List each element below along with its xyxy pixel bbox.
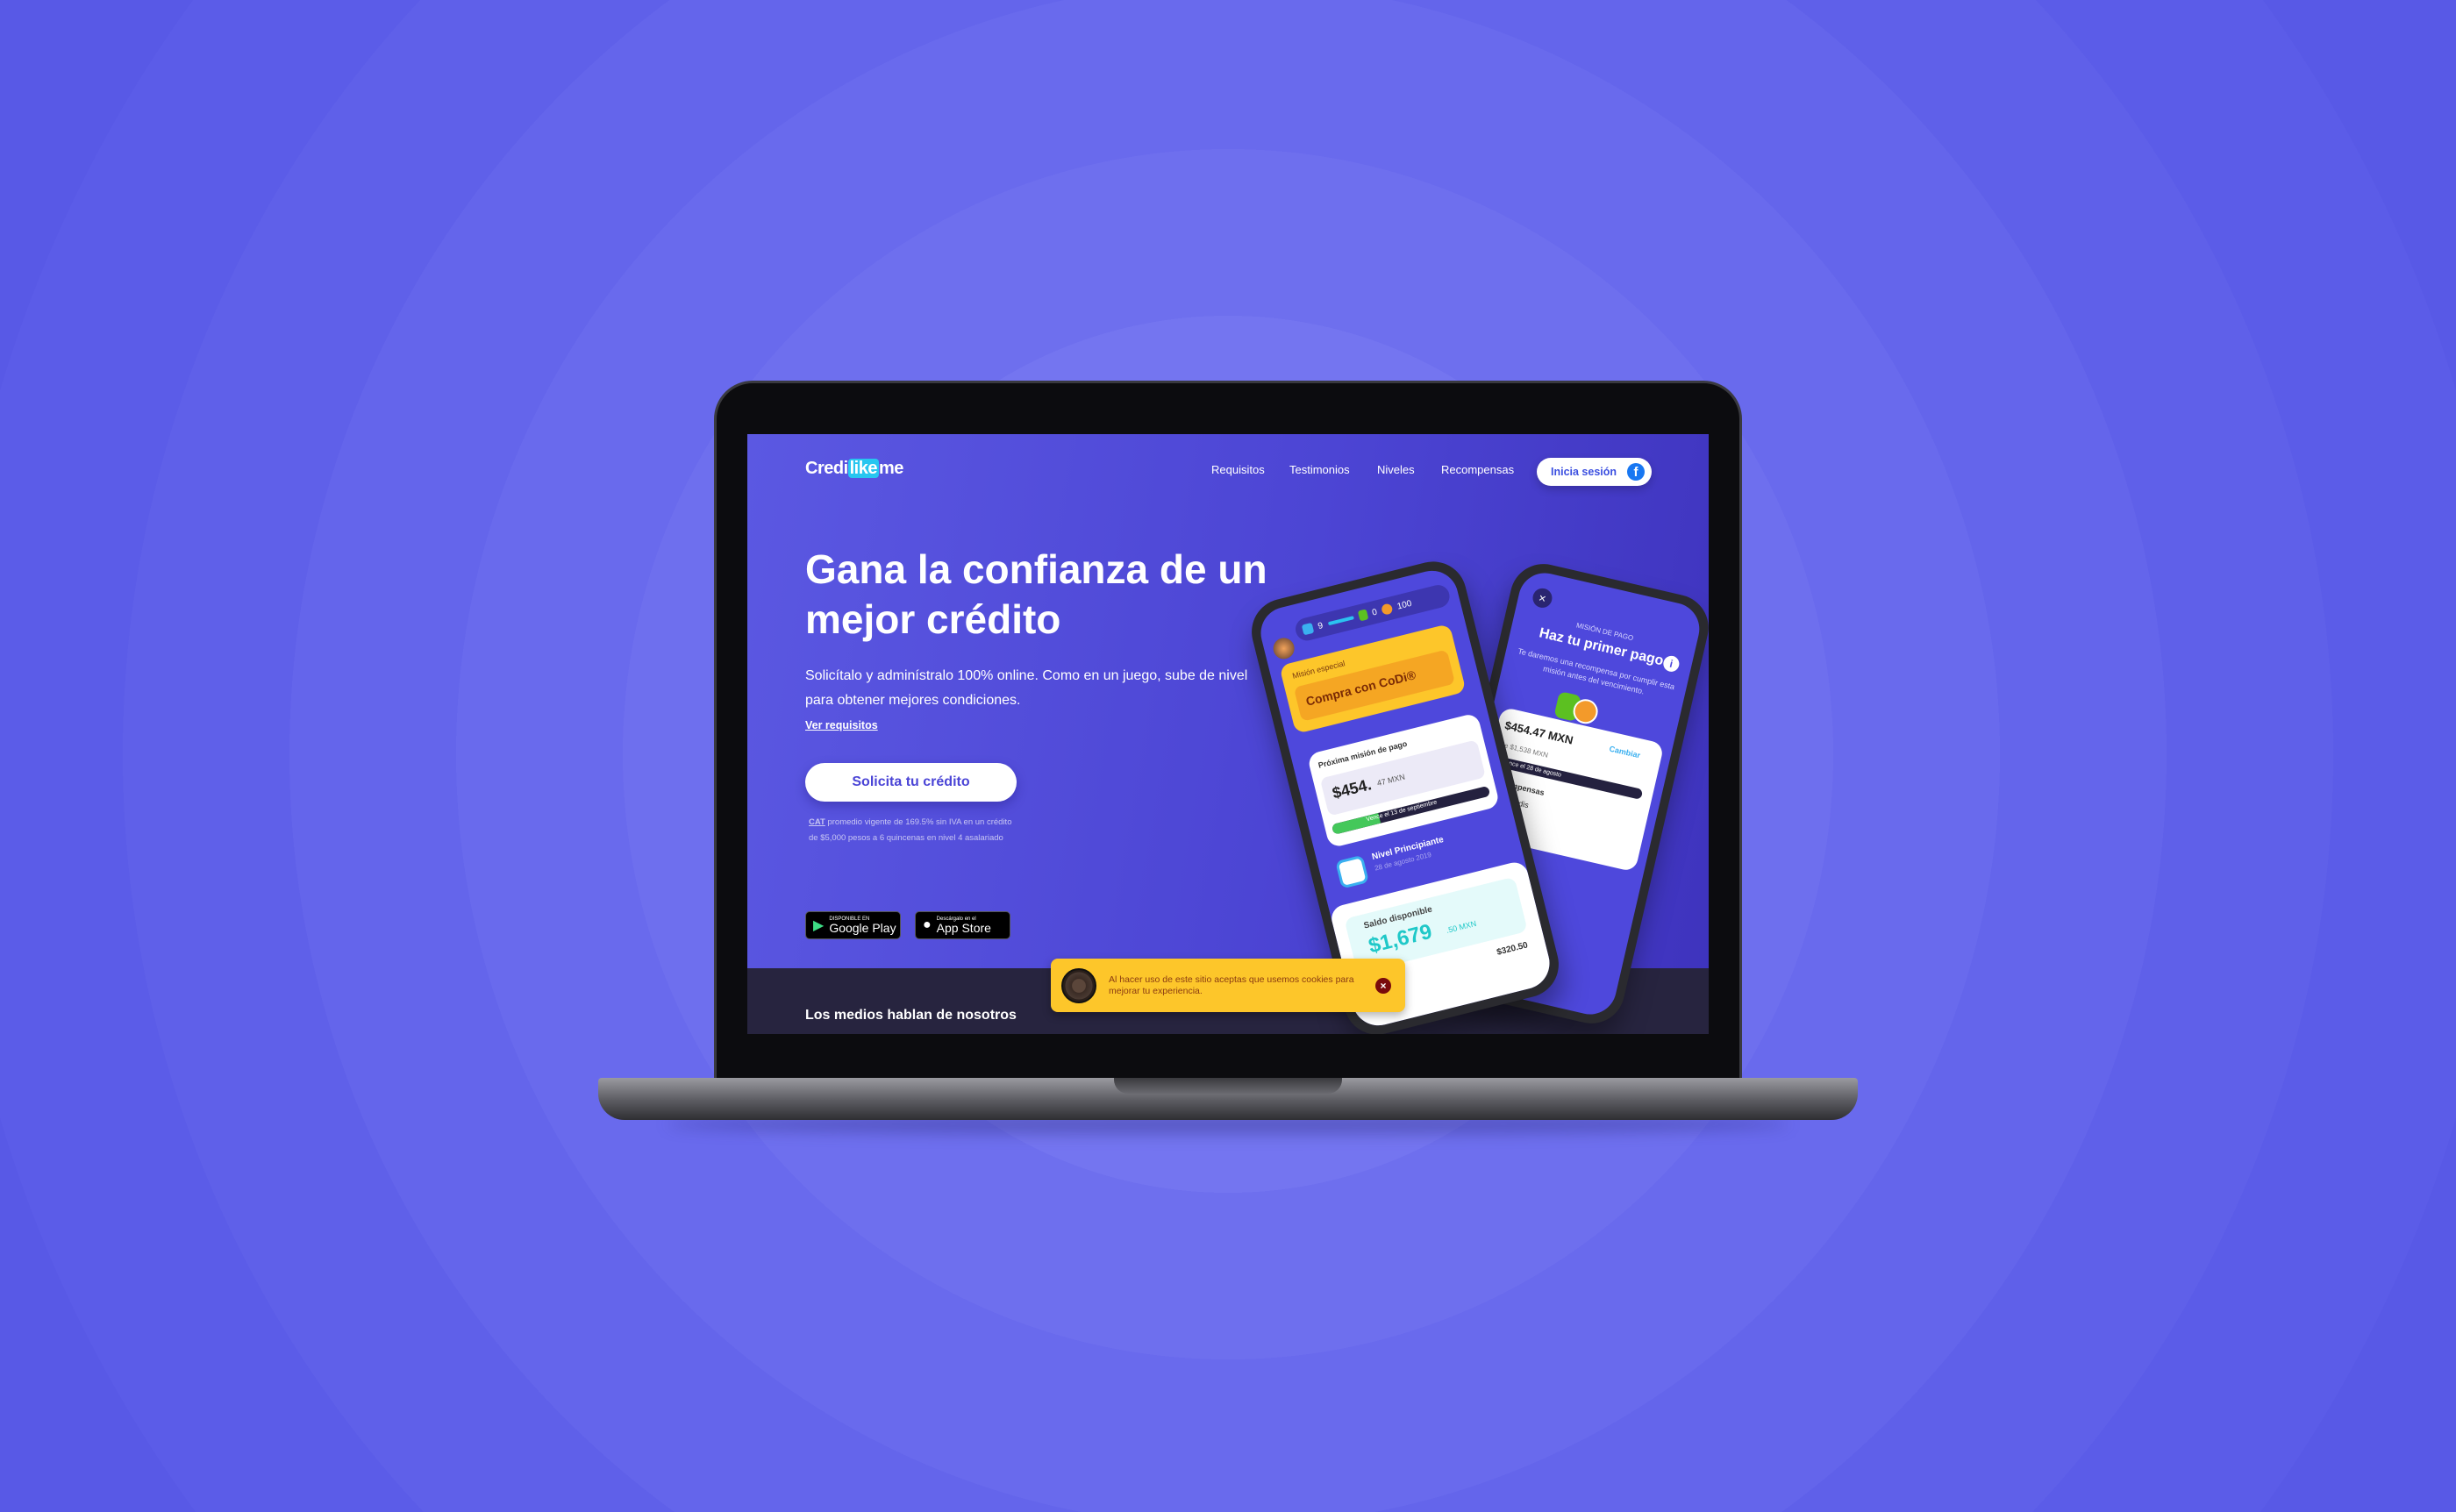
blue-gem-icon <box>1301 622 1315 636</box>
change-link[interactable]: Cambiar <box>1609 745 1641 760</box>
cat-text: promedio vigente de 169.5% sin IVA en un… <box>825 817 1012 827</box>
nav-niveles[interactable]: Niveles <box>1377 463 1415 476</box>
green-gem-icon <box>1357 609 1368 622</box>
nav-recompensas[interactable]: Recompensas <box>1441 463 1514 476</box>
logo-text: Credi <box>805 459 848 478</box>
laptop-screen: Credi like me Requisitos Testimonios Nivel… <box>747 434 1709 1034</box>
cookie-text: Al hacer uso de este sitio aceptas que u… <box>1109 974 1354 996</box>
google-play-icon: ▶ <box>813 918 825 933</box>
payment-amount: $454. <box>1330 775 1374 802</box>
green-gem-count: 0 <box>1371 607 1379 618</box>
close-icon[interactable]: × <box>1375 977 1391 994</box>
cat-link[interactable]: CAT <box>809 817 825 827</box>
avatar[interactable] <box>1271 635 1297 661</box>
payment-amount: $454.47 MXN <box>1503 718 1574 747</box>
level-badge-icon <box>1335 854 1369 889</box>
app-store-badge[interactable]: ● Descárgalo en el App Store <box>915 911 1010 939</box>
cat-text: de $5,000 pesos a 6 quincenas en nivel 4… <box>809 833 1003 843</box>
logo-text: like <box>847 459 879 478</box>
logo[interactable]: Credi like me <box>805 459 903 479</box>
balance-cents: .50 MXN <box>1445 918 1478 935</box>
used-amount: $320.50 <box>1496 940 1530 958</box>
laptop-base <box>598 1078 1858 1120</box>
requirements-link[interactable]: Ver requisitos <box>805 719 878 731</box>
hero-subtitle: Solicítalo y adminístralo 100% online. C… <box>805 668 1248 708</box>
media-heading: Los medios hablan de nosotros <box>805 1008 1017 1023</box>
laptop-notch <box>1114 1078 1342 1094</box>
google-play-badge[interactable]: ▶ DISPONIBLE EN Google Play <box>805 911 901 939</box>
logo-text: me <box>878 459 903 478</box>
due-bar: Vence el 28 de agosto <box>1495 756 1644 800</box>
apply-credit-button[interactable]: Solicita tu crédito <box>805 763 1017 802</box>
cookie-icon <box>1061 967 1096 1003</box>
cookie-banner: Al hacer uso de este sitio aceptas que u… <box>1051 959 1405 1012</box>
hero-title: Gana la confianza de un mejor crédito <box>805 546 1267 642</box>
cat-disclaimer: CAT promedio vigente de 169.5% sin IVA e… <box>809 815 1011 846</box>
badge-large: Google Play <box>829 920 896 935</box>
apple-icon: ● <box>923 917 932 932</box>
special-mission-title: Compra con CoDi® <box>1293 649 1456 722</box>
badge-large: App Store <box>936 920 991 935</box>
next-payment-card[interactable]: Próxima misión de pago $454. 47 MXN Venc… <box>1306 712 1501 849</box>
payment-cents: 47 MXN <box>1375 772 1406 788</box>
close-icon[interactable]: × <box>1531 586 1554 610</box>
coin-count: 100 <box>1396 598 1413 612</box>
login-label: Inicia sesión <box>1551 466 1617 478</box>
coin-icon <box>1381 603 1394 616</box>
nav-testimonios[interactable]: Testimonios <box>1289 463 1350 476</box>
nav-requisitos[interactable]: Requisitos <box>1211 463 1265 476</box>
login-button[interactable]: Inicia sesión f <box>1537 458 1652 486</box>
amount-box: $454. 47 MXN <box>1319 739 1486 817</box>
facebook-icon: f <box>1627 463 1645 481</box>
xp-progress <box>1327 616 1354 626</box>
blue-gem-count: 9 <box>1317 620 1324 631</box>
